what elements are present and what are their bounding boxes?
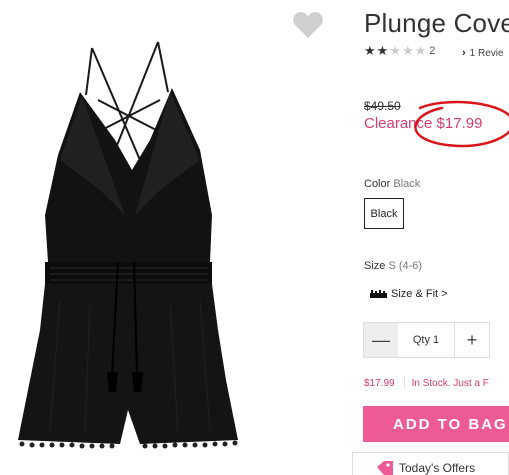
original-price: $49.50 (364, 99, 401, 113)
size-label-text: Size (364, 260, 386, 272)
chevron-right-icon: › (462, 47, 466, 59)
size-fit-link[interactable]: Size & Fit > (370, 288, 448, 300)
reviews-link-text: 1 Revie (469, 48, 504, 59)
star-icon: ★ (414, 43, 427, 58)
product-title: Plunge Cove (364, 8, 509, 38)
current-price: $17.99 (364, 378, 395, 389)
clearance-price: Clearance $17.99 (364, 115, 483, 132)
color-label-text: Color (364, 178, 391, 190)
star-icon: ★ (364, 43, 376, 58)
ruler-icon (370, 290, 387, 298)
size-value: S (4-6) (388, 260, 423, 272)
price-stock-row: $17.99 In Stock. Just a F (364, 377, 489, 389)
stock-status: In Stock. Just a F (411, 378, 489, 389)
star-icon: ★ (376, 43, 389, 58)
add-to-bag-button[interactable]: ADD TO BAG (363, 406, 509, 442)
rating[interactable]: ★ ★ ★ ★ ★ 2 (364, 44, 435, 57)
rating-stars: ★ ★ ★ ★ ★ (364, 44, 426, 57)
quantity-value: Qty 1 (412, 334, 440, 346)
size-label: Size S (4-6) (364, 260, 422, 272)
color-value: Black (393, 178, 421, 190)
size-fit-label: Size & Fit > (391, 288, 448, 300)
reviews-link[interactable]: › 1 Revie (462, 47, 504, 59)
divider (403, 377, 405, 388)
product-image (18, 41, 238, 449)
color-swatch-black[interactable]: Black (364, 198, 404, 229)
tag-icon (377, 461, 393, 475)
color-label: Color Black (364, 178, 420, 190)
heart-icon[interactable] (292, 10, 324, 40)
todays-offers-label: Today's Offers (399, 461, 476, 475)
todays-offers-button[interactable]: Today's Offers (352, 452, 509, 475)
quantity-decrease-button[interactable]: — (364, 323, 398, 357)
rating-count: 2 (429, 44, 436, 57)
quantity-increase-button[interactable]: + (454, 323, 489, 357)
star-icon: ★ (389, 43, 401, 58)
star-icon: ★ (401, 43, 414, 58)
quantity-stepper: — Qty 1 + (363, 322, 490, 358)
